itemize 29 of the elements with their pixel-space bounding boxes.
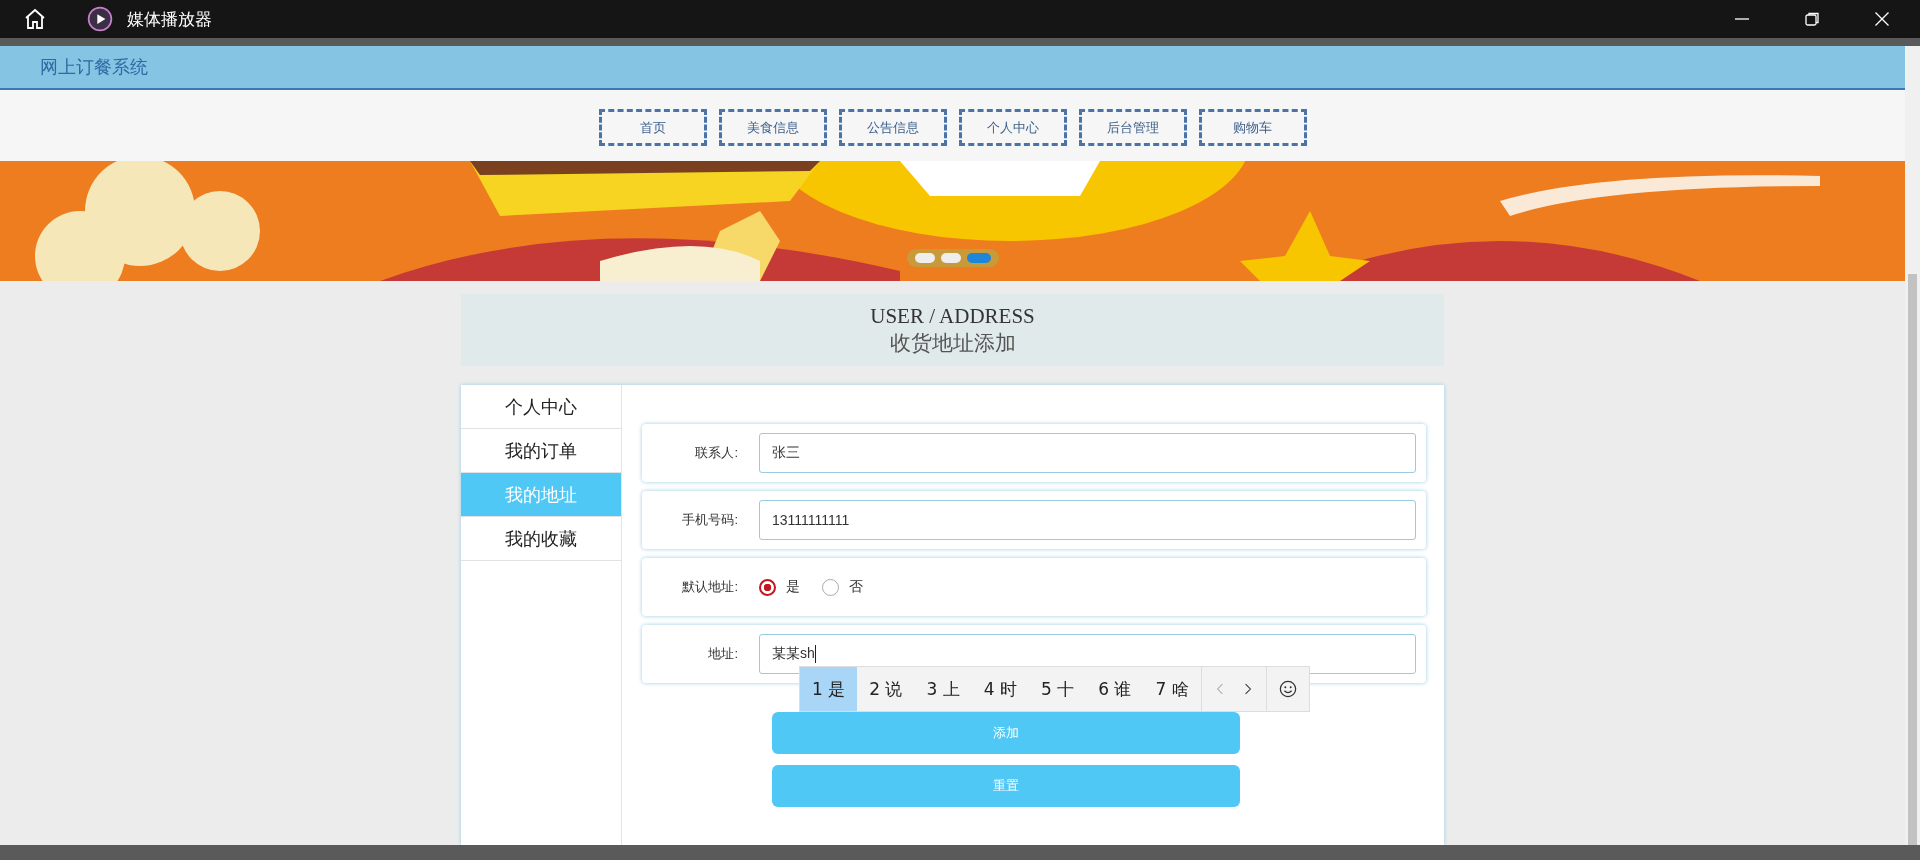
heading-subtitle: 收货地址添加 [889,330,1016,357]
field-label: 地址: [707,645,738,663]
input-field[interactable]: 张三 [759,433,1416,473]
radio-label: 否 [849,578,863,596]
field-label: 默认地址: [681,578,738,596]
next-icon[interactable] [1243,682,1252,696]
scrollbar[interactable] [1905,46,1920,845]
nav-link[interactable]: 首页 [598,109,707,146]
nav-link[interactable]: 个人中心 [958,109,1067,146]
restore-icon[interactable] [1804,11,1820,27]
radio-label: 是 [786,578,800,596]
close-icon[interactable] [1874,11,1890,27]
field-label: 联系人: [694,444,738,462]
ime-candidate[interactable]: 1 是 [800,667,858,711]
window-title: 媒体播放器 [127,8,212,31]
sidebar-item[interactable]: 我的收藏 [461,517,621,561]
field-label: 手机号码: [681,511,738,529]
site-title: 网上订餐系统 [40,56,148,79]
nav-link[interactable]: 后台管理 [1078,109,1187,146]
nav-link[interactable]: 美食信息 [718,109,827,146]
radio-button[interactable] [759,578,776,596]
heading-title: USER / ADDRESS [870,303,1035,329]
nav-link[interactable]: 购物车 [1198,109,1307,146]
play-icon [87,6,113,32]
home-icon[interactable] [23,7,47,31]
nav-link[interactable]: 公告信息 [838,109,947,146]
smiley-icon[interactable] [1278,680,1297,698]
sidebar-item[interactable]: 个人中心 [461,385,621,429]
input-field[interactable]: 13111111111 [759,500,1416,540]
